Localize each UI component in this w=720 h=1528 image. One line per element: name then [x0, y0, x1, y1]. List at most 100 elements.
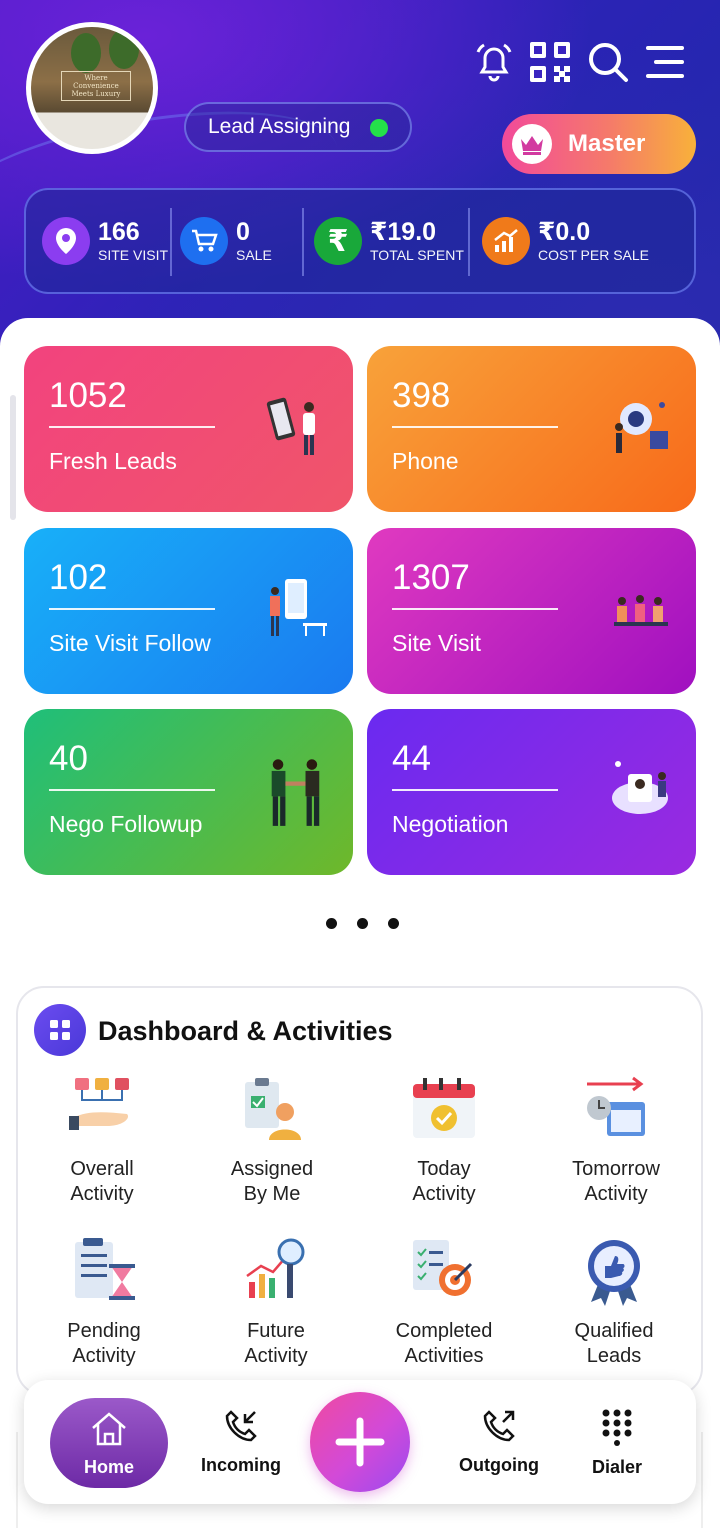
- activity-label: Tomorrow: [572, 1158, 660, 1180]
- card-label: Phone: [392, 448, 459, 474]
- stat-sale[interactable]: 0 SALE: [180, 190, 272, 292]
- card-value: 40: [49, 739, 88, 778]
- page-dot[interactable]: [326, 918, 337, 929]
- activity-label: By Me: [243, 1183, 301, 1205]
- card-site-visit[interactable]: 1307 Site Visit: [367, 528, 696, 694]
- page-dot[interactable]: [357, 918, 368, 929]
- divider: [392, 608, 558, 610]
- card-label: Negotiation: [392, 811, 509, 837]
- chart-magnifier-icon: [246, 1238, 305, 1298]
- card-site-visit-follow[interactable]: 102 Site Visit Follow: [24, 528, 353, 694]
- divider: [49, 426, 215, 428]
- menu-icon[interactable]: [642, 40, 686, 84]
- card-value: 1052: [49, 376, 127, 415]
- grid-icon: [34, 1004, 86, 1056]
- stat-value: ₹0.0: [538, 218, 591, 246]
- carousel-pagination[interactable]: [326, 918, 399, 929]
- activity-label: Today: [417, 1158, 471, 1180]
- profile-avatar[interactable]: Where Convenience Meets Luxury: [26, 22, 158, 154]
- activity-label: Completed: [395, 1320, 493, 1342]
- phone-person-illustration: [266, 397, 315, 455]
- stat-value: 166: [98, 218, 140, 246]
- activity-future[interactable]: Future Activity: [196, 1236, 356, 1369]
- bell-icon[interactable]: [472, 40, 516, 84]
- activity-completed[interactable]: Completed Activities: [364, 1236, 524, 1369]
- nav-outgoing-label: Outgoing: [459, 1455, 539, 1475]
- nav-dialer-label: Dialer: [591, 1457, 643, 1477]
- plant-decoration: [71, 33, 101, 73]
- page-dot[interactable]: [388, 918, 399, 929]
- divider: [392, 789, 558, 791]
- card-value: 398: [392, 376, 451, 415]
- activity-label: Activity: [584, 1183, 648, 1205]
- plus-icon: [335, 1417, 385, 1467]
- nav-incoming[interactable]: Incoming: [186, 1408, 296, 1476]
- card-nego-followup[interactable]: 40 Nego Followup: [24, 709, 353, 875]
- card-label: Site Visit Follow: [49, 630, 211, 656]
- crown-icon: [512, 124, 552, 164]
- outgoing-call-icon: [483, 1410, 515, 1442]
- nav-home[interactable]: Home: [50, 1398, 168, 1488]
- card-phone[interactable]: 398 Phone: [367, 346, 696, 512]
- stat-label: SITE VISIT: [98, 247, 169, 263]
- qr-code-icon[interactable]: [528, 40, 572, 84]
- lead-assigning-toggle[interactable]: Lead Assigning: [184, 102, 412, 152]
- calendar-check-icon: [413, 1078, 475, 1138]
- activity-label: Activity: [244, 1345, 308, 1367]
- stat-label: COST PER SALE: [538, 247, 650, 263]
- stat-total-spent[interactable]: ₹ ₹19.0 TOTAL SPENT: [314, 190, 464, 292]
- avatar-caption: Where Convenience Meets Luxury: [61, 71, 131, 101]
- activity-label: Activity: [70, 1183, 134, 1205]
- scrollbar[interactable]: [10, 395, 16, 520]
- rupee-icon: ₹: [314, 217, 362, 265]
- nav-dialer[interactable]: Dialer: [562, 1408, 672, 1478]
- add-button[interactable]: [310, 1392, 410, 1492]
- card-value: 102: [49, 558, 108, 597]
- stat-cost-per-sale[interactable]: ₹0.0 COST PER SALE: [482, 190, 649, 292]
- activity-qualified-leads[interactable]: Qualified Leads: [534, 1236, 694, 1369]
- nav-incoming-label: Incoming: [201, 1455, 281, 1475]
- incoming-call-icon: [225, 1410, 257, 1442]
- dashboard-title: Dashboard & Activities: [98, 1016, 393, 1046]
- activity-today[interactable]: Today Activity: [364, 1074, 524, 1207]
- hand-flowchart-icon: [69, 1078, 129, 1130]
- group-people-illustration: [614, 595, 668, 626]
- card-value: 44: [392, 739, 431, 778]
- checklist-target-icon: [413, 1240, 473, 1296]
- master-button[interactable]: Master: [502, 114, 696, 174]
- map-phone-illustration: [270, 579, 327, 636]
- activity-label: Leads: [586, 1345, 642, 1367]
- activity-label: Future: [247, 1320, 305, 1342]
- status-indicator: [370, 119, 388, 137]
- card-label: Fresh Leads: [49, 448, 177, 474]
- stats-bar: 166 SITE VISIT 0 SALE ₹ ₹19.0 TOTAL SPENT ₹…: [24, 188, 696, 294]
- clipboard-user-icon: [245, 1078, 301, 1140]
- thumbs-up-badge-icon: [588, 1240, 640, 1306]
- growth-chart-icon: [482, 217, 530, 265]
- stat-site-visit[interactable]: 166 SITE VISIT: [42, 190, 168, 292]
- checklist-hourglass-icon: [75, 1238, 135, 1300]
- home-icon: [92, 1412, 126, 1446]
- activity-tomorrow[interactable]: Tomorrow Activity: [536, 1074, 696, 1207]
- divider: [49, 789, 215, 791]
- activity-label: Activity: [72, 1345, 136, 1367]
- stat-label: SALE: [236, 247, 272, 263]
- nav-outgoing[interactable]: Outgoing: [444, 1408, 554, 1476]
- cart-icon: [180, 217, 228, 265]
- divider: [468, 208, 470, 276]
- plant-decoration: [109, 29, 139, 69]
- search-icon[interactable]: [586, 40, 630, 84]
- calendar-clock-icon: [587, 1076, 645, 1136]
- lead-assigning-label: Lead Assigning: [208, 115, 351, 138]
- divider: [392, 426, 558, 428]
- activity-pending[interactable]: Pending Activity: [24, 1236, 184, 1369]
- activity-label: Qualified: [574, 1320, 654, 1342]
- activity-overall[interactable]: Overall Activity: [22, 1074, 182, 1207]
- card-label: Site Visit: [392, 630, 482, 656]
- card-fresh-leads[interactable]: 1052 Fresh Leads: [24, 346, 353, 512]
- divider: [49, 608, 215, 610]
- activity-label: Pending: [67, 1320, 141, 1342]
- activity-assigned-by-me[interactable]: Assigned By Me: [192, 1074, 352, 1207]
- master-label: Master: [568, 130, 646, 157]
- card-negotiation[interactable]: 44 Negotiation: [367, 709, 696, 875]
